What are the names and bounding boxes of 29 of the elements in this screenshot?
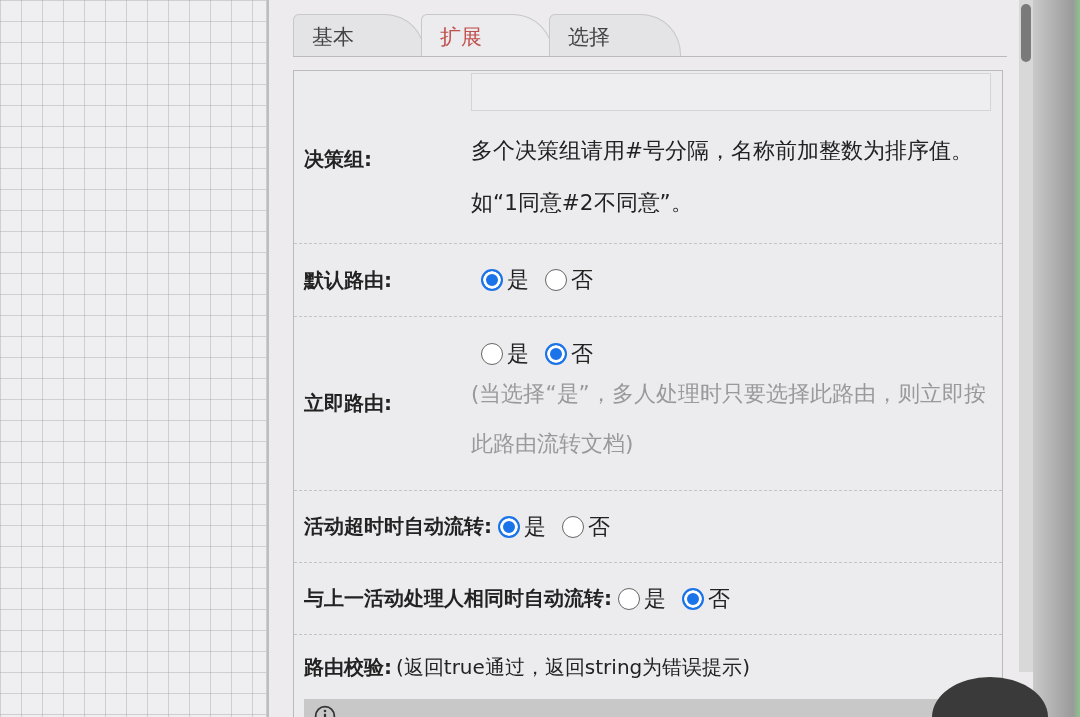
field-label: 活动超时时自动流转: (304, 513, 492, 540)
scrollbar[interactable] (1019, 0, 1033, 672)
radio-option[interactable]: 否 (682, 583, 730, 614)
tab[interactable]: 选择 (549, 14, 681, 56)
radio-button[interactable] (481, 269, 503, 291)
field-label: 立即路由: (304, 390, 393, 417)
field-label: 决策组: (304, 145, 373, 173)
radio-option[interactable]: 否 (562, 511, 610, 542)
radio-option[interactable]: 是 (481, 265, 529, 295)
radio-button[interactable] (545, 269, 567, 291)
radio-button[interactable] (545, 342, 567, 365)
hint-text: (当选择“是”，多人处理时只要选择此路由，则立即按此路由流转文档) (471, 379, 987, 458)
radio-button[interactable] (481, 342, 503, 365)
radio-option[interactable]: 是 (498, 511, 546, 542)
field-label: 与上一活动处理人相同时自动流转: (304, 585, 612, 612)
help-text: 多个决策组请用#号分隔，名称前加整数为排序值。如“1同意#2不同意”。 (471, 137, 974, 217)
radio-button[interactable] (498, 515, 520, 538)
radio-option[interactable]: 否 (545, 338, 593, 369)
input-field[interactable] (471, 73, 991, 111)
radio-button[interactable] (618, 587, 640, 610)
field-label: 路由校验: (304, 653, 392, 681)
hint-text: (返回true通过，返回string为错误提示) (396, 653, 751, 681)
radio-button[interactable] (682, 587, 704, 610)
field-label: 默认路由: (304, 266, 393, 294)
radio-option[interactable]: 是 (481, 338, 529, 369)
scrollbar-thumb[interactable] (1021, 4, 1031, 62)
radio-button[interactable] (562, 515, 584, 538)
radio-option[interactable]: 否 (545, 265, 593, 295)
radio-option[interactable]: 是 (618, 583, 666, 614)
